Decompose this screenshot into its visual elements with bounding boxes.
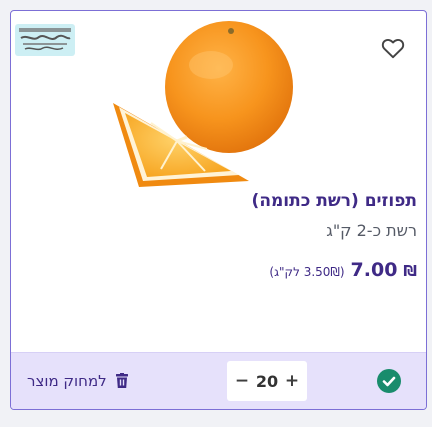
- quantity-stepper: − 20 +: [227, 361, 307, 401]
- kashrut-badge: [15, 24, 75, 56]
- kashrut-logo: [19, 28, 71, 51]
- favorite-button[interactable]: [380, 35, 406, 61]
- price-row: ₪ 7.00 (3.50₪ לק"ג): [269, 259, 417, 281]
- product-card: תפוזים (רשת כתומה) רשת כ-2 ק"ג ₪ 7.00 (3…: [10, 10, 427, 410]
- trash-icon: [115, 373, 128, 388]
- increase-quantity-button[interactable]: +: [283, 371, 301, 391]
- product-price: 7.00: [350, 259, 398, 281]
- quantity-value[interactable]: 20: [251, 372, 283, 391]
- currency-symbol: ₪: [403, 262, 417, 280]
- product-subtitle: רשת כ-2 ק"ג: [326, 221, 417, 240]
- cart-controls: − 20 + למחוק מוצר: [11, 352, 426, 409]
- product-title[interactable]: תפוזים (רשת כתומה): [252, 191, 417, 211]
- remove-product-button[interactable]: למחוק מוצר: [27, 369, 129, 393]
- heart-icon: [381, 38, 405, 59]
- decrease-quantity-button[interactable]: −: [233, 371, 251, 391]
- confirm-button[interactable]: [377, 369, 401, 393]
- unit-price: (3.50₪ לק"ג): [269, 265, 345, 279]
- check-icon: [382, 376, 396, 387]
- remove-product-label: למחוק מוצר: [27, 372, 107, 390]
